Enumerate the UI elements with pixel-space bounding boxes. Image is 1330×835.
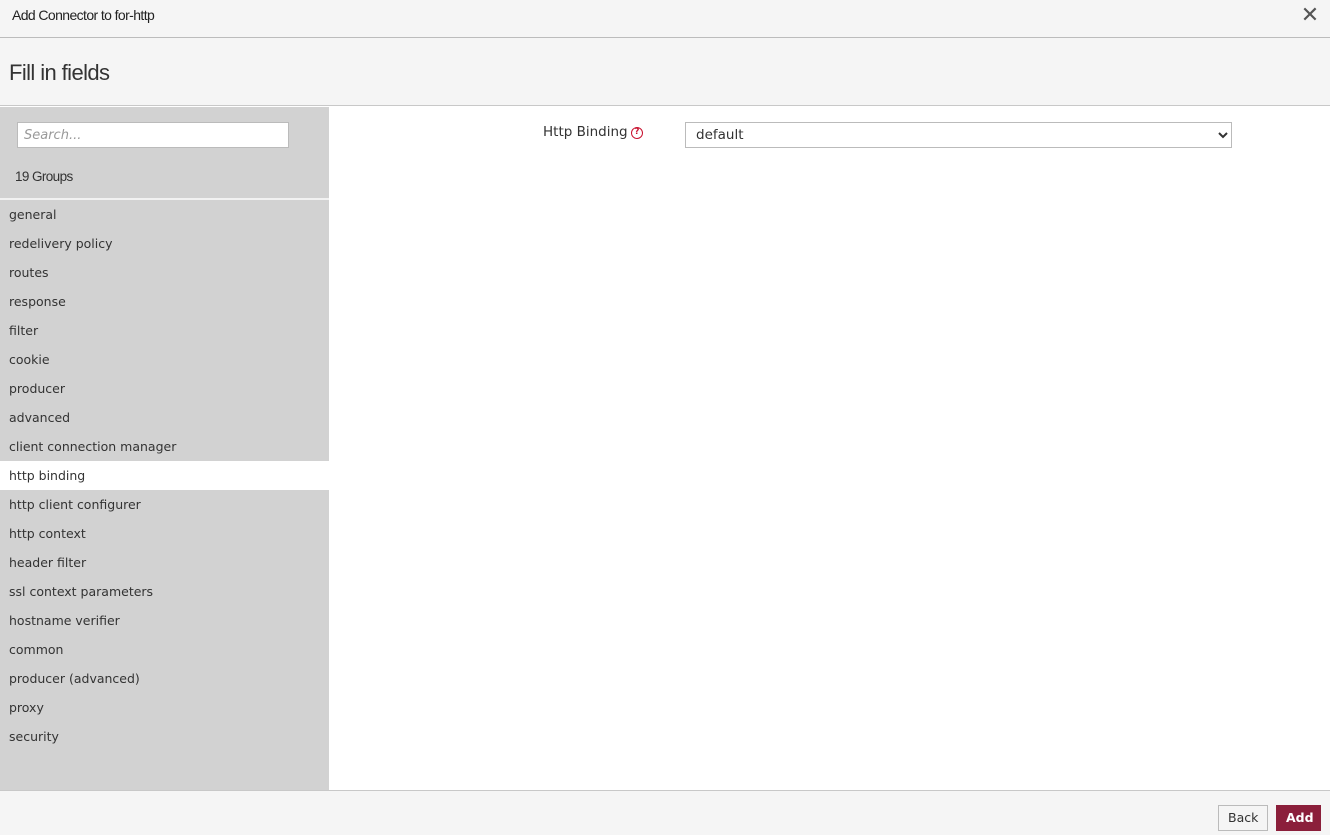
sidebar-item-http-context[interactable]: http context <box>0 519 329 548</box>
add-button[interactable]: Add <box>1276 805 1321 831</box>
sidebar-item-http-binding[interactable]: http binding <box>0 461 329 490</box>
dialog-footer: Back Add <box>0 790 1330 835</box>
form-area: Http Binding ? default <box>329 107 1330 790</box>
http-binding-select[interactable]: default <box>685 122 1232 148</box>
help-circle-icon[interactable]: ? <box>631 127 643 139</box>
sidebar-item-proxy[interactable]: proxy <box>0 693 329 722</box>
sidebar-item-response[interactable]: response <box>0 287 329 316</box>
search-input[interactable] <box>17 122 289 148</box>
sidebar-item-client-connection-manager[interactable]: client connection manager <box>0 432 329 461</box>
sidebar-item-security[interactable]: security <box>0 722 329 751</box>
sidebar-item-header-filter[interactable]: header filter <box>0 548 329 577</box>
sidebar-item-producer-advanced[interactable]: producer (advanced) <box>0 664 329 693</box>
http-binding-label: Http Binding <box>543 124 628 140</box>
dialog-title: Add Connector to for-http <box>12 7 155 23</box>
back-button[interactable]: Back <box>1218 805 1268 831</box>
group-list: general redelivery policy routes response fi… <box>0 200 329 751</box>
sidebar-item-common[interactable]: common <box>0 635 329 664</box>
dialog-title-bar: Add Connector to for-http ✕ <box>0 0 1330 38</box>
sidebar-item-ssl-context-parameters[interactable]: ssl context parameters <box>0 577 329 606</box>
close-icon[interactable]: ✕ <box>1300 5 1320 27</box>
sidebar-item-advanced[interactable]: advanced <box>0 403 329 432</box>
sidebar-item-routes[interactable]: routes <box>0 258 329 287</box>
sidebar-item-hostname-verifier[interactable]: hostname verifier <box>0 606 329 635</box>
sidebar-item-cookie[interactable]: cookie <box>0 345 329 374</box>
sidebar-item-redelivery-policy[interactable]: redelivery policy <box>0 229 329 258</box>
sidebar-item-http-client-configurer[interactable]: http client configurer <box>0 490 329 519</box>
page-title: Fill in fields <box>9 60 110 85</box>
search-wrapper <box>17 122 289 148</box>
sidebar-item-general[interactable]: general <box>0 200 329 229</box>
sidebar-item-filter[interactable]: filter <box>0 316 329 345</box>
groups-count: 19 Groups <box>15 169 73 184</box>
groups-sidebar: 19 Groups generalredelivery policyroutes… <box>0 107 329 790</box>
http-binding-select-wrapper: default <box>685 122 1232 148</box>
sidebar-item-producer[interactable]: producer <box>0 374 329 403</box>
page-header: Fill in fields <box>0 38 1330 106</box>
